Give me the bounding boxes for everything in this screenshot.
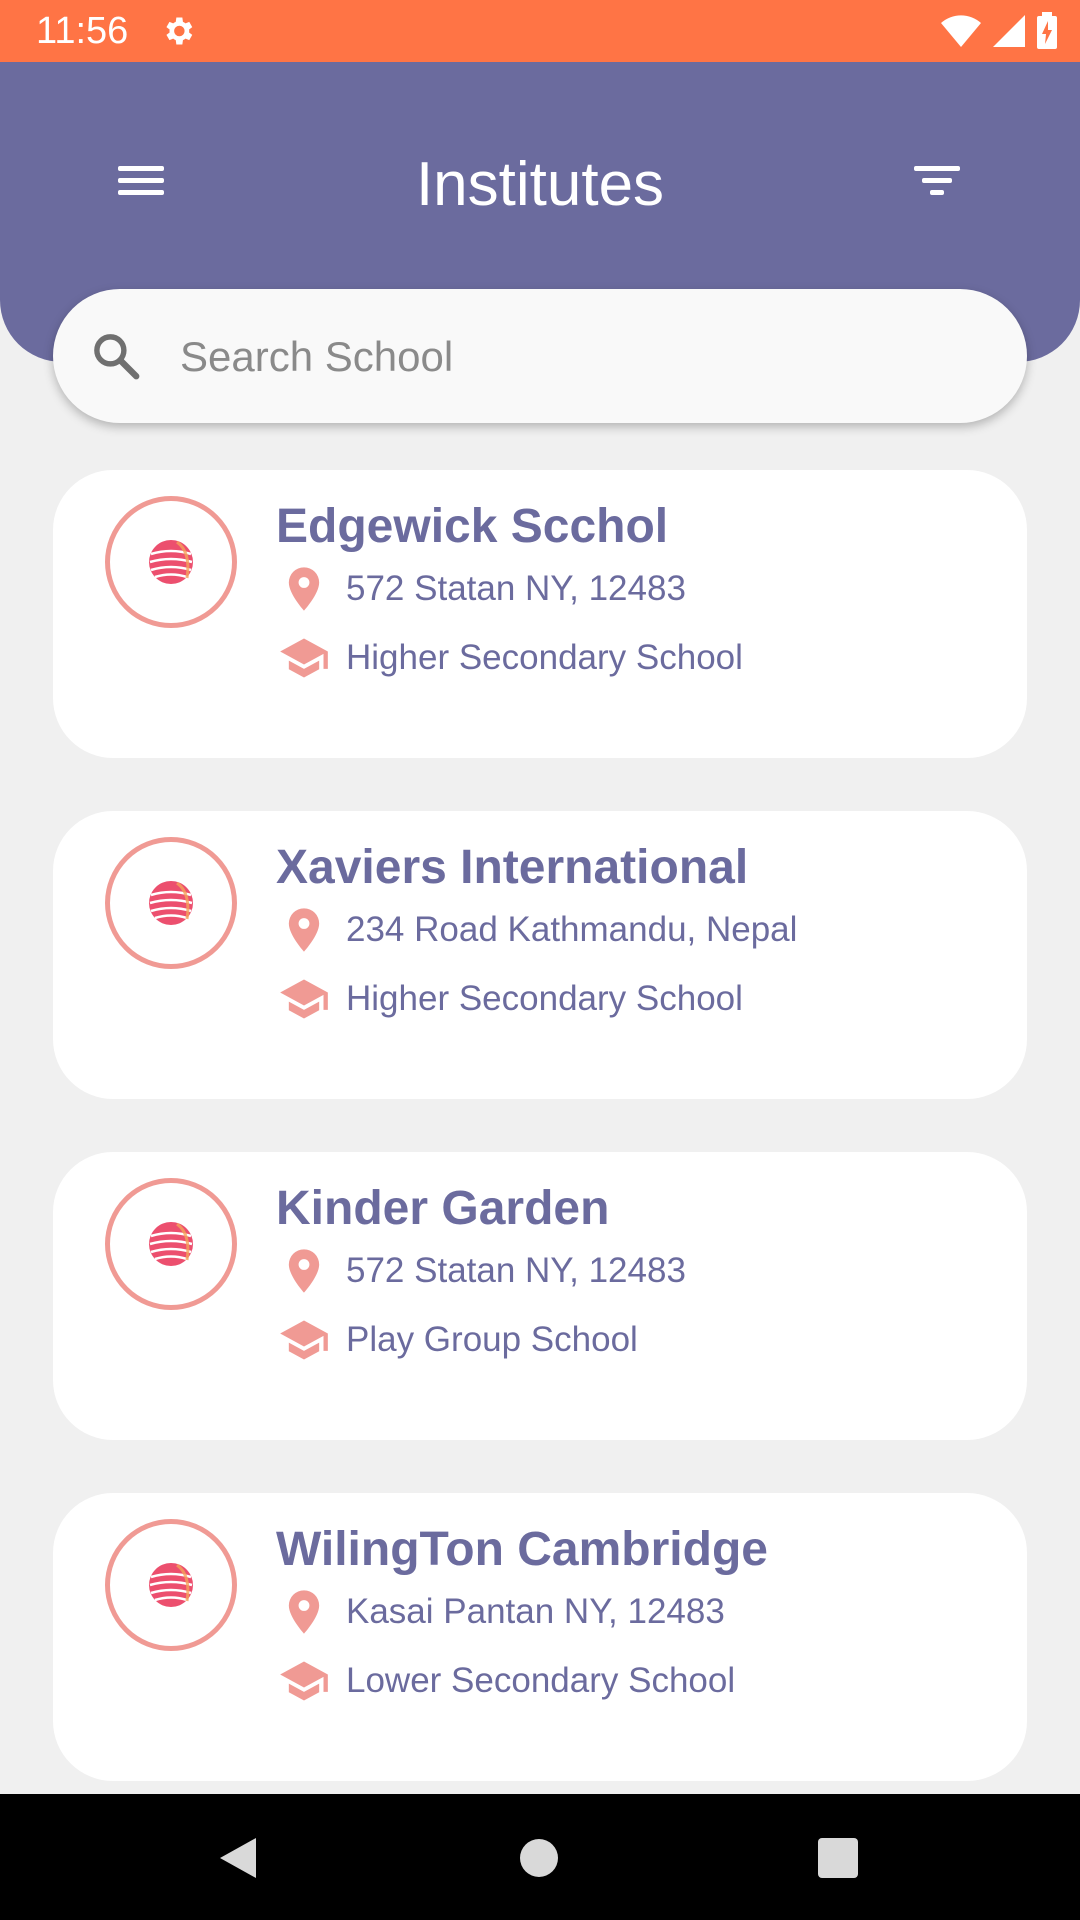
school-type-row: Lower Secondary School [278,1655,735,1707]
school-type-row: Higher Secondary School [278,973,743,1025]
school-address-row: 572 Statan NY, 12483 [278,563,686,615]
school-card[interactable]: Xaviers International 234 Road Kathmandu… [53,811,1027,1099]
school-address: 234 Road Kathmandu, Nepal [346,910,798,949]
school-type-row: Play Group School [278,1314,638,1366]
school-type: Play Group School [346,1320,638,1359]
school-card[interactable]: WilingTon Cambridge Kasai Pantan NY, 124… [53,1493,1027,1781]
school-address: Kasai Pantan NY, 12483 [346,1592,725,1631]
school-card[interactable]: Edgewick Scchol 572 Statan NY, 12483 Hig… [53,470,1027,758]
location-pin-icon [288,1249,320,1293]
location-pin-icon [288,567,320,611]
school-type: Lower Secondary School [346,1661,736,1700]
signal-icon [993,15,1025,47]
status-time: 11:56 [36,10,129,52]
school-logo [105,496,237,628]
home-circle-icon[interactable] [519,1838,559,1878]
globe-logo-icon [149,881,193,925]
school-logo [105,1519,237,1651]
school-address: 572 Statan NY, 12483 [346,1251,686,1290]
school-name: WilingTon Cambridge [276,1523,768,1576]
school-type: Higher Secondary School [346,638,743,677]
location-pin-icon [288,908,320,952]
school-type-row: Higher Secondary School [278,632,743,684]
wifi-icon [941,15,981,48]
graduation-cap-icon [280,638,328,678]
battery-charging-icon [1037,12,1057,49]
school-name: Edgewick Scchol [276,500,669,553]
navigation-bar [0,1794,1080,1920]
search-icon [94,334,140,380]
school-address-row: 572 Statan NY, 12483 [278,1245,686,1297]
gear-icon [166,17,193,45]
search-input[interactable] [178,323,982,391]
school-address: 572 Statan NY, 12483 [346,569,686,608]
globe-logo-icon [149,1222,193,1266]
status-icons [940,11,1058,51]
recents-square-icon[interactable] [818,1838,858,1878]
school-logo [105,1178,237,1310]
status-bar: 11:56 [0,0,1080,62]
graduation-cap-icon [280,979,328,1019]
search-bar[interactable] [53,289,1027,423]
school-type: Higher Secondary School [346,979,743,1018]
location-pin-icon [288,1590,320,1634]
globe-logo-icon [149,1563,193,1607]
school-address-row: Kasai Pantan NY, 12483 [278,1586,725,1638]
filter-icon[interactable] [910,160,964,204]
school-logo [105,837,237,969]
back-triangle-icon[interactable] [218,1836,258,1880]
graduation-cap-icon [280,1661,328,1701]
school-name: Xaviers International [276,841,749,894]
school-address-row: 234 Road Kathmandu, Nepal [278,904,797,956]
school-name: Kinder Garden [276,1182,610,1235]
school-card[interactable]: Kinder Garden 572 Statan NY, 12483 Play … [53,1152,1027,1440]
graduation-cap-icon [280,1320,328,1360]
globe-logo-icon [149,540,193,584]
